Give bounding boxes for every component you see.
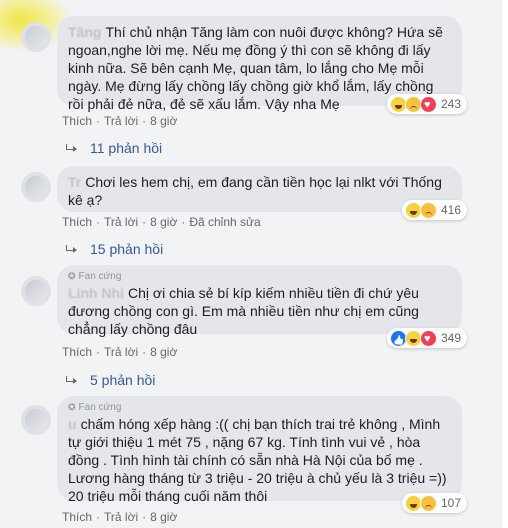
comment-actions: Thích · Trả lời · 8 giờ xyxy=(62,510,178,524)
comment-author[interactable]: Tăng xyxy=(68,24,101,40)
love-icon xyxy=(419,95,437,114)
replies-count[interactable]: 11 phản hồi xyxy=(90,140,162,156)
comment-actions: Thích · Trả lời · 8 giờ xyxy=(62,345,178,359)
avatar[interactable] xyxy=(21,172,51,202)
reaction-summary[interactable]: 107 xyxy=(401,493,467,513)
star-badge-icon: ✪ xyxy=(68,402,76,412)
reaction-summary[interactable]: 243 xyxy=(386,94,467,114)
view-replies-link[interactable]: 11 phản hồi xyxy=(66,140,162,156)
replies-count[interactable]: 5 phản hồi xyxy=(90,372,155,388)
sad-icon xyxy=(419,494,437,512)
comment-author[interactable]: Linh Nhi xyxy=(68,285,124,301)
like-link[interactable]: Thích xyxy=(62,114,92,128)
like-link[interactable]: Thích xyxy=(62,345,92,359)
reply-link[interactable]: Trả lời xyxy=(104,345,138,359)
edited-label[interactable]: Đã chỉnh sửa xyxy=(189,215,260,229)
reaction-summary[interactable]: 416 xyxy=(401,200,467,220)
like-link[interactable]: Thích xyxy=(62,510,92,524)
top-fan-badge: ✪ Fan cứng xyxy=(68,271,122,282)
timestamp[interactable]: 8 giờ xyxy=(150,114,177,128)
view-replies-link[interactable]: 5 phản hồi xyxy=(66,372,155,388)
reaction-count: 349 xyxy=(440,331,461,345)
top-fan-badge: ✪ Fan cứng xyxy=(68,402,122,413)
comment-bubble: ✪ Fan cứng Linh Nhi Chị ơi chia sẻ bí kíp … xyxy=(57,265,467,348)
reaction-count: 107 xyxy=(440,496,461,510)
timestamp[interactable]: 8 giờ xyxy=(150,345,177,359)
comment-bubble: Tăng Thí chủ nhận Tăng làm con nuôi được … xyxy=(57,16,467,114)
like-link[interactable]: Thích xyxy=(62,215,92,229)
love-icon xyxy=(419,329,437,348)
comment-bubble: Tr Chơi les hem chị, em đang cần tiền học… xyxy=(57,166,467,220)
comment-text: chấm hóng xếp hàng :(( chị bạn thích tra… xyxy=(68,416,447,504)
reaction-count: 243 xyxy=(440,97,461,111)
comment-text: Chơi les hem chị, em đang cần tiền học l… xyxy=(68,174,442,208)
reply-arrow-icon xyxy=(66,375,78,385)
timestamp[interactable]: 8 giờ xyxy=(150,510,177,524)
reaction-summary[interactable]: 349 xyxy=(386,328,467,348)
timestamp[interactable]: 8 giờ xyxy=(150,215,177,229)
avatar[interactable] xyxy=(21,22,51,52)
sad-icon xyxy=(419,201,437,219)
view-replies-link[interactable]: 15 phản hồi xyxy=(66,241,163,257)
comment-author[interactable]: u xyxy=(68,416,77,432)
avatar[interactable] xyxy=(21,405,51,435)
comment-actions: Thích · Trả lời · 8 giờ xyxy=(62,114,178,128)
reply-link[interactable]: Trả lời xyxy=(104,215,138,229)
replies-count[interactable]: 15 phản hồi xyxy=(90,241,163,257)
page-edge xyxy=(502,0,508,528)
reply-link[interactable]: Trả lời xyxy=(104,114,138,128)
reply-arrow-icon xyxy=(66,244,78,254)
star-badge-icon: ✪ xyxy=(68,271,76,281)
reply-arrow-icon xyxy=(66,143,78,153)
reaction-count: 416 xyxy=(440,203,461,217)
comment-actions: Thích · Trả lời · 8 giờ · Đã chỉnh sửa xyxy=(62,215,261,229)
comment-text: Thí chủ nhận Tăng làm con nuôi được khôn… xyxy=(68,24,443,112)
comment-author[interactable]: Tr xyxy=(68,174,81,190)
avatar[interactable] xyxy=(21,276,51,306)
reply-link[interactable]: Trả lời xyxy=(104,510,138,524)
comment-bubble: ✪ Fan cứng u chấm hóng xếp hàng :(( chị bạ… xyxy=(57,396,467,513)
